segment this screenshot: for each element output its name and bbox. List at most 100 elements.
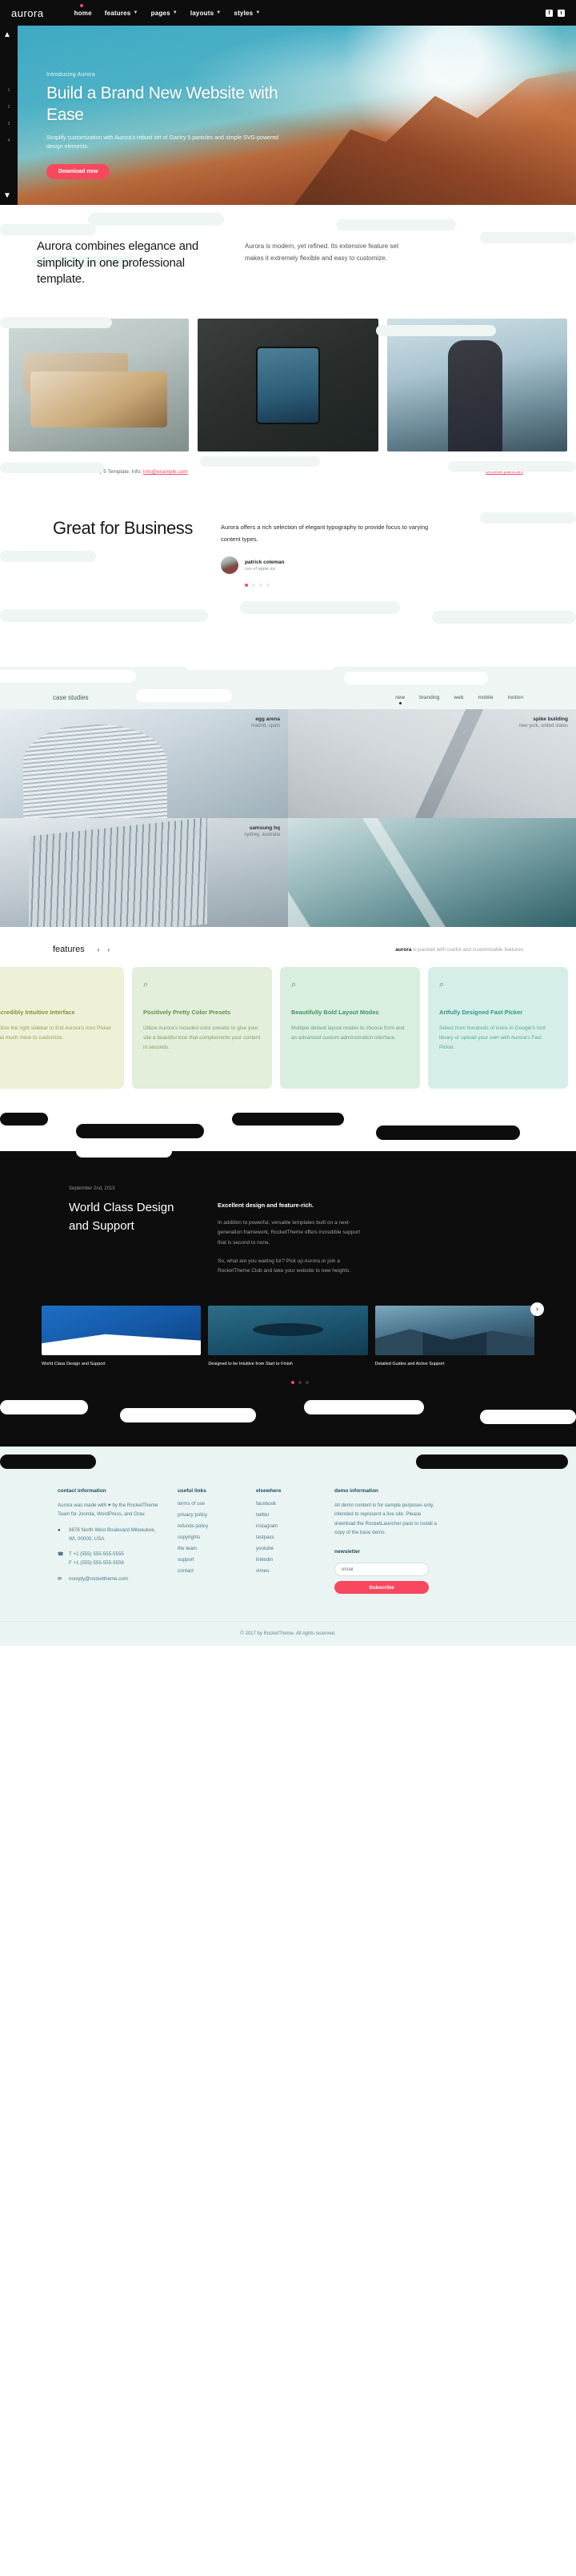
footer-columns: contact information Aurora was made with… [0, 1488, 576, 1595]
case-study-location: madrid, spain [250, 724, 280, 729]
dark-carousel-next-icon[interactable]: › [530, 1302, 544, 1316]
footer-phone: T +1 (555) 555-555-5555 F +1 (555) 555-5… [69, 1551, 124, 1567]
gallery-image-woman[interactable] [386, 319, 567, 452]
business-section: Great for Business Aurora offers a rich … [0, 488, 576, 635]
intro-section: Aurora combines elegance and simplicity … [0, 205, 576, 336]
footer-social-link[interactable]: linkedin [256, 1557, 320, 1563]
photo-gallery [0, 319, 576, 452]
twitter-icon[interactable]: t [558, 9, 565, 17]
nav-item-home[interactable]: home [74, 10, 92, 17]
case-studies-section: case studies new branding web mobile mot… [0, 656, 576, 928]
filter-mobile[interactable]: mobile [478, 695, 493, 700]
case-study-title: spike building [533, 716, 568, 723]
feature-card[interactable]: ⌕ Incredibly Intuitive Interface Utilize… [0, 967, 124, 1089]
phone-icon: ☎ [58, 1552, 64, 1558]
footer-link[interactable]: support [178, 1557, 242, 1563]
pagination-dot[interactable] [245, 584, 248, 588]
case-study-label: egg arena madrid, spain [251, 716, 280, 728]
chevron-down-icon: ▼ [216, 10, 222, 15]
newsletter-email-input[interactable] [334, 1563, 429, 1577]
site-logo[interactable]: aurora [11, 7, 44, 19]
nav-item-styles[interactable]: styles ▼ [234, 10, 260, 17]
dark-paragraph-2: So, what are you waiting for? Pick up Au… [218, 1258, 351, 1274]
filter-label: motion [507, 695, 523, 701]
case-study-card[interactable]: egg arena madrid, spain [0, 709, 288, 819]
decor-blob [304, 1399, 424, 1414]
hero-next-arrow-icon[interactable]: ▼ [3, 191, 11, 200]
decor-blob [88, 213, 224, 226]
site-header: aurora home features ▼ pages ▼ layouts ▼ st… [0, 0, 576, 26]
decor-blob [0, 1399, 88, 1414]
filter-motion[interactable]: motion [507, 695, 523, 700]
dark-thumb[interactable]: Detailed Guides and Active Support [374, 1305, 534, 1368]
gallery-image-wallets[interactable] [9, 319, 190, 452]
case-study-location: new york, united states [518, 724, 568, 729]
footer-social-link[interactable]: facebook [256, 1501, 320, 1507]
slide-number: 1 [7, 87, 10, 93]
footer-social-link[interactable]: youtube [256, 1546, 320, 1551]
footer-social-link[interactable]: twitter [256, 1512, 320, 1518]
dark-thumb[interactable]: World Class Design and Support [42, 1305, 202, 1368]
features-next-icon[interactable]: › [107, 946, 110, 953]
testimonial: patrick coleman ceo of apple inc. [221, 556, 437, 575]
footer-social-link[interactable]: instagram [256, 1523, 320, 1529]
filter-label: new [395, 695, 406, 701]
decor-blob [76, 1124, 204, 1139]
footer-social-link[interactable]: vimeo [256, 1568, 320, 1574]
pagination-dot[interactable] [259, 584, 262, 588]
dark-thumb[interactable]: Designed to be Intuitive from Start to F… [208, 1305, 368, 1368]
footer-link[interactable]: terms of use [178, 1501, 242, 1507]
hero-prev-arrow-icon[interactable]: ▲ [3, 30, 11, 39]
pagination-dot[interactable] [266, 584, 270, 588]
case-studies-grid: egg arena madrid, spain spike building n… [0, 709, 576, 928]
avatar [221, 556, 238, 575]
envelope-icon: ✉ [58, 1577, 62, 1583]
features-note: aurora is packed with useful and customi… [395, 947, 523, 953]
decor-blob [0, 670, 136, 684]
nav-label: home [74, 9, 92, 17]
footer-link[interactable]: the team [178, 1546, 242, 1551]
case-study-card[interactable] [288, 818, 576, 928]
dark-thumb-caption: Designed to be Intuitive from Start to F… [208, 1361, 293, 1366]
decor-blob [0, 224, 96, 235]
case-study-card[interactable]: samsung hq sydney, australia [0, 818, 288, 928]
footer-link[interactable]: contact [178, 1568, 242, 1574]
nav-item-pages[interactable]: pages ▼ [151, 10, 178, 17]
case-study-card[interactable]: spike building new york, united states [288, 709, 576, 819]
filter-new[interactable]: new [395, 695, 406, 705]
gallery-image-phone[interactable] [198, 319, 378, 452]
footer-link[interactable]: privacy policy [178, 1512, 242, 1518]
feature-card[interactable]: ⌕ Positively Pretty Color Presets Utiliz… [132, 967, 272, 1089]
search-icon: ⌕ [439, 980, 445, 990]
dark-right: Excellent design and feature-rich. In ad… [218, 1186, 370, 1285]
search-icon: ⌕ [143, 980, 149, 990]
case-studies-filters: new branding web mobile motion [395, 695, 523, 705]
features-prev-icon[interactable]: ‹ [98, 946, 100, 953]
download-now-button[interactable]: Download now [46, 163, 110, 179]
case-studies-header: case studies new branding web mobile mot… [0, 694, 576, 709]
footer-social-link[interactable]: lastpass [256, 1535, 320, 1540]
credit-email-link[interactable]: info@example.com [143, 469, 188, 475]
pagination-dot[interactable] [252, 584, 255, 588]
subscribe-button[interactable]: Subscribe [334, 1581, 429, 1595]
decor-blob [336, 219, 456, 231]
facebook-icon[interactable]: f [546, 9, 553, 17]
nav-item-layouts[interactable]: layouts ▼ [190, 10, 222, 17]
main-nav: home features ▼ pages ▼ layouts ▼ styles ▼ [74, 3, 261, 17]
feature-card[interactable]: ⌕ Beautifully Bold Layout Modes Multiple… [280, 967, 420, 1089]
feature-card[interactable]: ⌕ Artfully Designed Fast Picker Select f… [428, 967, 568, 1089]
filter-branding[interactable]: branding [419, 695, 439, 700]
case-study-title: egg arena [255, 716, 280, 723]
dark-thumb-carousel: World Class Design and Support Designed … [0, 1285, 576, 1368]
nav-item-features[interactable]: features ▼ [105, 10, 138, 17]
footer-link[interactable]: refunds policy [178, 1523, 242, 1529]
dark-paragraph-1: In addition to powerful, versatile templ… [218, 1219, 360, 1246]
feature-card-text: Utilize Aurora's included color presets … [143, 1025, 261, 1050]
decor-blob [184, 656, 336, 671]
filter-web[interactable]: web [454, 695, 463, 700]
business-paragraph: Aurora offers a rich selection of elegan… [221, 524, 429, 543]
hero-kicker: Introducing Aurora [46, 72, 95, 78]
footer-link[interactable]: copyrights [178, 1535, 242, 1540]
dark-columns: September 2nd, 2015 World Class Design a… [0, 1186, 576, 1285]
footer-email[interactable]: noreply@rockettheme.com [69, 1575, 128, 1584]
